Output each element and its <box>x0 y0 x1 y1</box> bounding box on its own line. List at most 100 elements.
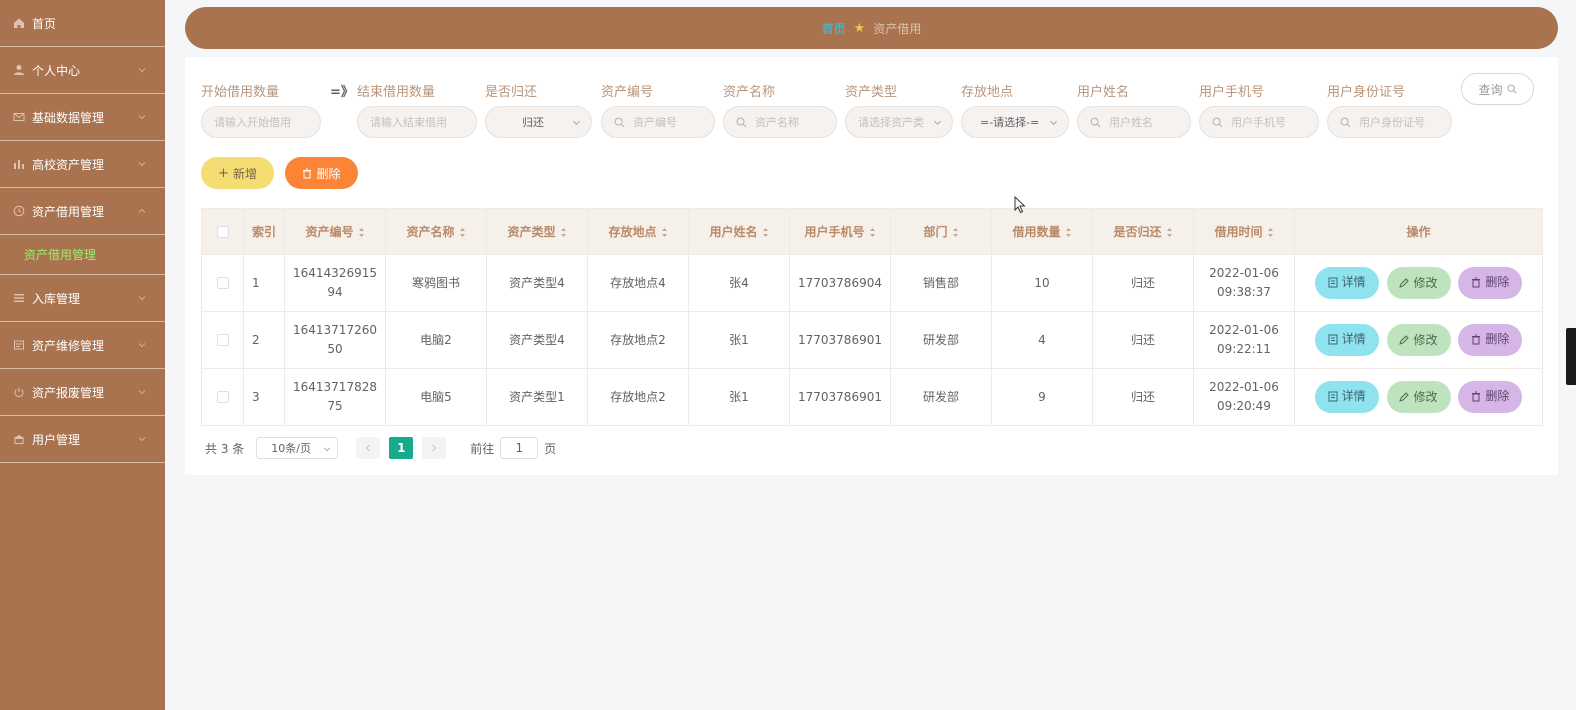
next-page-button[interactable] <box>422 437 447 459</box>
header-dept[interactable]: 部门 <box>890 208 992 255</box>
detail-button[interactable]: 详情 <box>1314 380 1379 413</box>
page-size-select[interactable]: 10条/页 <box>256 437 339 459</box>
sidebar-item-stock-in[interactable]: 入库管理 <box>0 275 165 322</box>
cell-user-name: 张1 <box>688 311 790 369</box>
row-checkbox[interactable] <box>216 334 229 346</box>
sidebar-subitem-borrow[interactable]: 资产借用管理 <box>0 235 165 275</box>
chevron-down-icon <box>138 343 146 348</box>
sort-icon[interactable] <box>459 227 466 238</box>
sidebar-item-label: 个人中心 <box>32 63 81 78</box>
cell-user-phone: 17703786904 <box>789 254 891 312</box>
returned-select[interactable]: 归还 <box>485 106 592 138</box>
trash-icon <box>1472 334 1481 345</box>
field-asset-name: 资产名称 <box>723 81 775 100</box>
goto-page-input[interactable]: 1 <box>500 437 539 459</box>
user-id-input[interactable]: 用户身份证号 <box>1327 106 1452 138</box>
sidebar-item-users[interactable]: 用户管理 <box>0 416 165 463</box>
detail-button[interactable]: 详情 <box>1314 266 1379 299</box>
header-user-name[interactable]: 用户姓名 <box>688 208 790 255</box>
query-label: 查询 <box>1478 82 1503 97</box>
bulk-delete-button[interactable]: 删除 <box>285 157 358 189</box>
placeholder: 请输入开始借用 <box>214 116 291 129</box>
delete-button[interactable]: 删除 <box>1458 380 1523 413</box>
select-value: 归还 <box>522 116 544 129</box>
sidebar-item-home[interactable]: 首页 <box>0 0 165 47</box>
cell-location: 存放地点4 <box>587 254 689 312</box>
sort-icon[interactable] <box>1166 227 1173 238</box>
row-checkbox-cell[interactable] <box>201 368 244 426</box>
row-checkbox[interactable] <box>216 391 229 403</box>
op-label: 修改 <box>1413 332 1438 347</box>
chevron-down-icon <box>138 115 146 120</box>
header-user-phone[interactable]: 用户手机号 <box>789 208 891 255</box>
start-qty-input[interactable]: 请输入开始借用 <box>201 106 321 138</box>
row-checkbox-cell[interactable] <box>201 254 244 312</box>
page-size-value: 10条/页 <box>271 442 311 455</box>
sort-icon[interactable] <box>661 227 668 238</box>
asset-no-input[interactable]: 资产编号 <box>601 106 715 138</box>
sort-icon[interactable] <box>869 227 876 238</box>
mail-icon <box>12 110 26 124</box>
mouse-cursor-icon <box>1014 196 1026 214</box>
page-number-active[interactable]: 1 <box>389 437 414 459</box>
end-qty-input[interactable]: 请输入结束借用 <box>357 106 477 138</box>
sort-icon[interactable] <box>762 227 769 238</box>
sort-icon[interactable] <box>560 227 567 238</box>
sidebar-item-profile[interactable]: 个人中心 <box>0 47 165 94</box>
sidebar-item-label: 资产借用管理 <box>32 204 105 219</box>
cell-asset-no: 1641371782875 <box>284 368 386 426</box>
cell-ops: 详情 修改 删除 <box>1294 254 1543 312</box>
building-icon <box>12 432 26 446</box>
header-time[interactable]: 借用时间 <box>1193 208 1295 255</box>
header-label: 借用时间 <box>1214 225 1263 239</box>
sidebar-item-repair[interactable]: 资产维修管理 <box>0 322 165 369</box>
user-name-input[interactable]: 用户姓名 <box>1077 106 1191 138</box>
edit-button[interactable]: 修改 <box>1386 324 1451 357</box>
sidebar-item-label: 用户管理 <box>32 432 81 447</box>
breadcrumb-home[interactable]: 首页 <box>822 20 846 37</box>
sort-icon[interactable] <box>1065 227 1072 238</box>
field-label: 用户姓名 <box>1077 85 1130 100</box>
header-asset-no[interactable]: 资产编号 <box>284 208 386 255</box>
side-drawer-tab[interactable] <box>1566 328 1576 385</box>
sort-icon[interactable] <box>358 227 365 238</box>
cell-ops: 详情 修改 删除 <box>1294 368 1543 426</box>
cell-location: 存放地点2 <box>587 311 689 369</box>
select-all-checkbox[interactable] <box>216 226 229 238</box>
clock-icon <box>12 204 26 218</box>
edit-button[interactable]: 修改 <box>1386 267 1451 300</box>
row-checkbox[interactable] <box>216 277 229 289</box>
sidebar-item-borrow-mgmt[interactable]: 资产借用管理 <box>0 188 165 235</box>
cell-qty: 10 <box>991 254 1093 312</box>
cell-asset-name: 电脑5 <box>385 368 487 426</box>
header-location[interactable]: 存放地点 <box>587 208 689 255</box>
edit-button[interactable]: 修改 <box>1386 381 1451 414</box>
cell-asset-type: 资产类型1 <box>486 368 588 426</box>
header-returned[interactable]: 是否归还 <box>1092 208 1194 255</box>
delete-button[interactable]: 删除 <box>1458 266 1523 299</box>
user-phone-input[interactable]: 用户手机号 <box>1199 106 1319 138</box>
sort-icon[interactable] <box>1267 227 1274 238</box>
detail-button[interactable]: 详情 <box>1314 323 1379 356</box>
row-checkbox-cell[interactable] <box>201 311 244 369</box>
header-asset-name[interactable]: 资产名称 <box>385 208 487 255</box>
asset-type-select[interactable]: 请选择资产类 <box>845 106 953 138</box>
sidebar-item-scrap[interactable]: 资产报废管理 <box>0 369 165 416</box>
add-button[interactable]: + 新增 <box>201 157 274 189</box>
sidebar-item-basic-data[interactable]: 基础数据管理 <box>0 94 165 141</box>
header-checkbox-cell[interactable] <box>201 208 244 255</box>
cell-user-phone: 17703786901 <box>789 311 891 369</box>
header-asset-type[interactable]: 资产类型 <box>486 208 588 255</box>
header-qty[interactable]: 借用数量 <box>991 208 1093 255</box>
sidebar-item-asset-mgmt[interactable]: 高校资产管理 <box>0 141 165 188</box>
asset-name-input[interactable]: 资产名称 <box>723 106 837 138</box>
query-button[interactable]: 查询 <box>1461 73 1534 105</box>
delete-button[interactable]: 删除 <box>1458 323 1523 356</box>
trash-icon <box>1472 391 1481 402</box>
sort-icon[interactable] <box>952 227 959 238</box>
field-location: 存放地点 <box>961 81 1013 100</box>
prev-page-button[interactable] <box>356 437 381 459</box>
location-select[interactable]: =-请选择-= <box>961 106 1069 138</box>
field-asset-type: 资产类型 <box>845 81 897 100</box>
goto-prefix: 前往 <box>470 441 495 456</box>
